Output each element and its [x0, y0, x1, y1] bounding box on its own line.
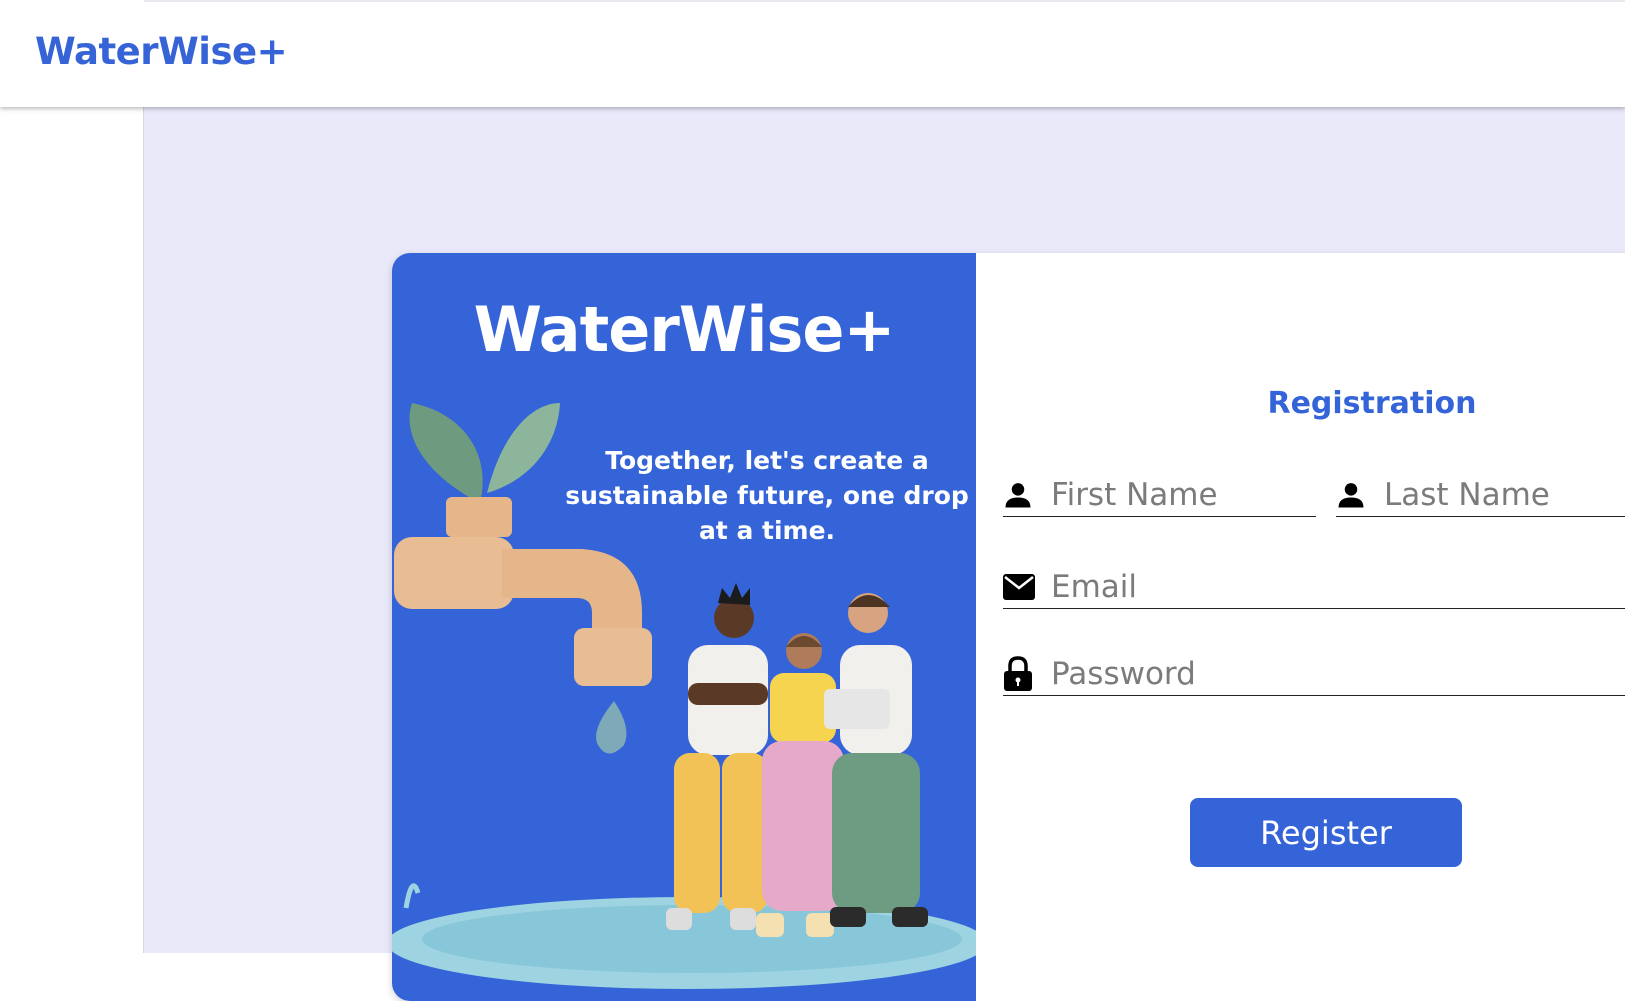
- main-content: WaterWise+ Together, let's create a sust…: [144, 107, 1625, 1001]
- envelope-icon: [1003, 570, 1037, 604]
- promo-title: WaterWise+: [473, 293, 896, 366]
- brand-logo-text[interactable]: WaterWise+: [35, 30, 288, 73]
- registration-card: WaterWise+ Together, let's create a sust…: [392, 253, 1625, 1001]
- register-button[interactable]: Register: [1190, 798, 1462, 867]
- email-field[interactable]: [1003, 566, 1625, 609]
- first-name-input[interactable]: [1051, 477, 1316, 513]
- last-name-field[interactable]: [1336, 474, 1625, 517]
- email-input[interactable]: [1051, 569, 1625, 605]
- last-name-input[interactable]: [1384, 477, 1625, 513]
- sidebar: [0, 107, 144, 953]
- top-app-bar: WaterWise+: [0, 0, 1625, 107]
- password-input[interactable]: [1051, 656, 1625, 692]
- password-field[interactable]: [1003, 653, 1625, 696]
- lock-icon: [1003, 656, 1037, 691]
- person-icon: [1336, 478, 1370, 512]
- person-icon: [1003, 478, 1037, 512]
- promo-panel: WaterWise+ Together, let's create a sust…: [392, 253, 976, 1001]
- first-name-field[interactable]: [1003, 474, 1316, 517]
- top-border: [144, 0, 1625, 2]
- promo-tagline: Together, let's create a sustainable fut…: [565, 446, 969, 545]
- registration-title: Registration: [1267, 386, 1477, 421]
